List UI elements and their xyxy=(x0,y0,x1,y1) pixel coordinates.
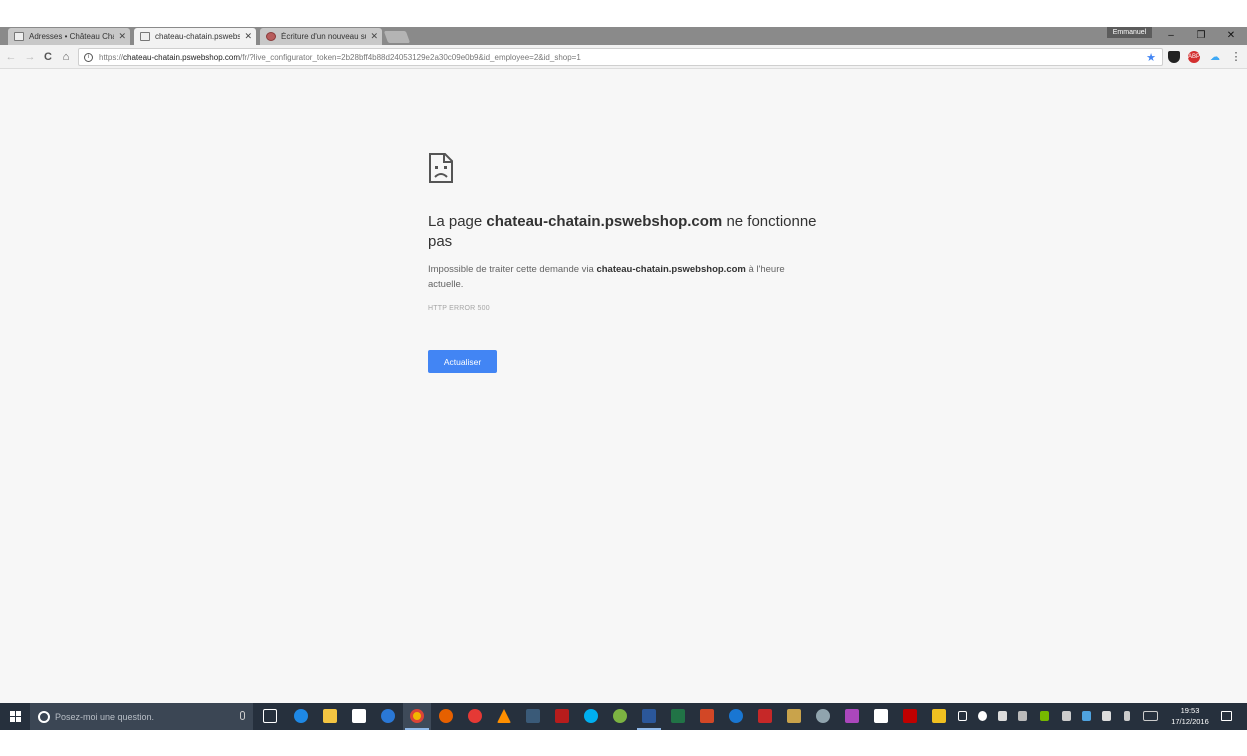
adblock-extension-icon[interactable]: ABP xyxy=(1188,51,1200,63)
desc-prefix: Impossible de traiter cette demande via xyxy=(428,264,597,275)
windows-logo-icon xyxy=(9,711,21,722)
word-icon[interactable] xyxy=(642,709,656,723)
close-tab-icon[interactable]: ✕ xyxy=(118,31,126,42)
filezilla-icon[interactable] xyxy=(903,709,917,723)
bluetooth-icon[interactable] xyxy=(1124,711,1130,721)
acrobat-icon[interactable] xyxy=(555,709,569,723)
back-arrow-icon[interactable]: ← xyxy=(5,51,17,63)
store-icon[interactable] xyxy=(352,709,366,723)
tray-icon[interactable] xyxy=(1018,711,1027,721)
internet-explorer-icon[interactable] xyxy=(381,709,395,723)
error-headline: La page chateau-chatain.pswebshop.com ne… xyxy=(428,212,828,252)
sad-page-icon xyxy=(429,153,453,183)
system-clock[interactable]: 19:53 17/12/2016 xyxy=(1166,705,1214,727)
tray-icon[interactable] xyxy=(958,711,967,721)
headline-prefix: La page xyxy=(428,213,487,230)
new-tab-button[interactable] xyxy=(383,31,411,43)
page-icon xyxy=(14,32,24,41)
cortana-search-box[interactable]: Posez-moi une question. xyxy=(30,703,253,730)
tab-title: Adresses • Château Chat xyxy=(29,32,115,41)
vlc-icon[interactable] xyxy=(497,709,511,723)
tab-ecriture[interactable]: Écriture d'un nouveau su ✕ xyxy=(260,28,382,45)
clock-time: 19:53 xyxy=(1180,706,1200,715)
site-info-icon[interactable]: i xyxy=(84,52,93,62)
edge-browser-icon[interactable] xyxy=(294,709,308,723)
excel-icon[interactable] xyxy=(671,709,685,723)
microphone-icon[interactable] xyxy=(240,711,245,720)
tray-icon[interactable] xyxy=(998,711,1007,721)
url-host: chateau-chatain.pswebshop.com xyxy=(123,52,240,62)
profile-button[interactable]: Emmanuel xyxy=(1107,27,1152,38)
minimize-icon[interactable]: – xyxy=(1164,30,1178,41)
clock-date: 17/12/2016 xyxy=(1171,717,1209,726)
close-tab-icon[interactable]: ✕ xyxy=(244,31,252,42)
skype-icon[interactable] xyxy=(584,709,598,723)
app-icon[interactable] xyxy=(932,709,946,723)
home-icon[interactable]: ⌂ xyxy=(60,51,72,63)
url-scheme: https:// xyxy=(99,52,124,62)
picasa-icon[interactable] xyxy=(613,709,627,723)
reload-icon[interactable]: C xyxy=(42,51,54,63)
app-icon[interactable] xyxy=(787,709,801,723)
dropbox-icon[interactable] xyxy=(874,709,888,723)
headline-host: chateau-chatain.pswebshop.com xyxy=(486,213,723,230)
tab-strip: Adresses • Château Chat ✕ chateau-chatai… xyxy=(0,27,1247,45)
error-page: La page chateau-chatain.pswebshop.com ne… xyxy=(0,69,1247,703)
task-view-icon[interactable] xyxy=(263,709,277,723)
chrome-icon[interactable] xyxy=(410,709,424,723)
keyboard-icon[interactable] xyxy=(1143,711,1158,721)
cortana-icon xyxy=(38,710,50,723)
error-code: HTTP ERROR 500 xyxy=(428,305,490,312)
firefox-icon[interactable] xyxy=(439,709,453,723)
tray-icon[interactable] xyxy=(978,711,987,721)
tab-title: Écriture d'un nouveau su xyxy=(281,32,367,41)
url-path: /fr/?live_configurator_token=2b28bff4b88… xyxy=(239,52,581,62)
start-button[interactable] xyxy=(0,703,30,730)
bookmark-star-icon[interactable]: ★ xyxy=(1146,51,1156,64)
app-icon[interactable] xyxy=(816,709,830,723)
cloud-extension-icon[interactable]: ☁ xyxy=(1209,51,1221,63)
browser-toolbar: ← → C ⌂ i https:// chateau-chatain.psweb… xyxy=(0,45,1247,69)
app-icon[interactable] xyxy=(845,709,859,723)
app-icon[interactable] xyxy=(729,709,743,723)
powerpoint-icon[interactable] xyxy=(700,709,714,723)
site-logo-icon xyxy=(266,32,276,41)
tab-chateau-chatain[interactable]: chateau-chatain.pswebsh ✕ xyxy=(134,28,256,45)
screen-bottom-margin xyxy=(0,730,1247,756)
file-explorer-icon[interactable] xyxy=(323,709,337,723)
tray-icon[interactable] xyxy=(1082,711,1091,721)
error-description: Impossible de traiter cette demande via … xyxy=(428,262,818,292)
close-tab-icon[interactable]: ✕ xyxy=(370,31,378,42)
screen-top-margin xyxy=(0,0,1247,27)
tab-title: chateau-chatain.pswebsh xyxy=(155,32,241,41)
forward-arrow-icon[interactable]: → xyxy=(24,51,36,63)
nvidia-icon[interactable] xyxy=(1040,711,1049,721)
restore-icon[interactable]: ❐ xyxy=(1194,30,1208,41)
tab-adresses[interactable]: Adresses • Château Chat ✕ xyxy=(8,28,130,45)
app-icon[interactable] xyxy=(468,709,482,723)
page-icon xyxy=(140,32,150,41)
desc-host: chateau-chatain.pswebshop.com xyxy=(596,264,746,275)
windows-taskbar: Posez-moi une question. 19:53 17/12/2016 xyxy=(0,703,1247,730)
volume-icon[interactable] xyxy=(1102,711,1111,721)
address-bar[interactable]: i https:// chateau-chatain.pswebshop.com… xyxy=(78,48,1163,66)
chrome-menu-icon[interactable]: ⋮ xyxy=(1230,51,1242,63)
action-center-icon[interactable] xyxy=(1221,711,1232,721)
shield-app-icon[interactable] xyxy=(758,709,772,723)
shield-extension-icon[interactable] xyxy=(1168,51,1180,63)
reload-button[interactable]: Actualiser xyxy=(428,350,497,373)
media-player-icon[interactable] xyxy=(526,709,540,723)
close-window-icon[interactable]: ✕ xyxy=(1224,30,1238,41)
search-placeholder: Posez-moi une question. xyxy=(55,711,155,722)
network-icon[interactable] xyxy=(1062,711,1071,721)
